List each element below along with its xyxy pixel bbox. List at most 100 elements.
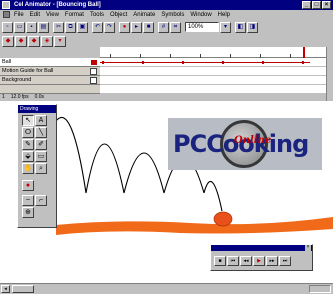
line-tool-icon[interactable]: ╲ xyxy=(35,127,47,138)
scroll-thumb[interactable] xyxy=(12,285,34,293)
menu-view[interactable]: View xyxy=(46,12,59,18)
ball-shape xyxy=(213,211,233,227)
elapsed-time: 0.0s xyxy=(34,94,45,100)
frame-ruler[interactable] xyxy=(100,47,326,58)
cut-button[interactable]: ✂ xyxy=(53,21,64,33)
maximize-button[interactable]: □ xyxy=(312,1,321,9)
lasso-tool-icon[interactable]: ⵔ xyxy=(22,127,34,138)
brush-tool-icon[interactable]: ✐ xyxy=(35,139,47,150)
keyframe[interactable] xyxy=(302,61,304,64)
pccooking-logo: PCCooking Online xyxy=(168,118,322,170)
copy-button[interactable]: ⧉ xyxy=(65,21,76,33)
zoom-select[interactable]: 100% xyxy=(185,22,219,32)
lock-layer-button[interactable]: ◆ xyxy=(15,35,27,47)
stop-button[interactable]: ■ xyxy=(143,21,154,33)
pencil-tool-icon[interactable]: ✎ xyxy=(22,139,34,150)
straighten-modifier-icon[interactable]: ⌐ xyxy=(35,195,47,206)
step-back-icon[interactable]: ◂◂ xyxy=(240,256,252,266)
rewind-icon[interactable]: ⏮ xyxy=(227,256,239,266)
new-file-button[interactable]: ▫ xyxy=(2,21,13,33)
tool-options: ● xyxy=(18,176,56,193)
close-button[interactable]: × xyxy=(322,1,331,9)
smooth-modifier-icon[interactable]: ~ xyxy=(22,195,34,206)
drawing-toolbox: Drawing ↖ A ⵔ ╲ ✎ ✐ ⬙ ▭ ✋ ⌕ ● ~ ⌐ ⊕ xyxy=(17,104,57,228)
frame-rate: 12.0 fps xyxy=(10,94,29,100)
keyframe[interactable] xyxy=(142,61,144,64)
main-toolbar: ▫ ▭ ▪ ▤ ✂ ⧉ ▣ ↶ ↷ ● ▸ ■ # ⌗ 100% ▾ ◧ ◨ xyxy=(0,20,333,34)
current-frame: 1 xyxy=(2,94,5,100)
step-forward-icon[interactable]: ▸▸ xyxy=(266,256,278,266)
minimize-button[interactable]: _ xyxy=(302,1,311,9)
keyframe[interactable] xyxy=(182,61,184,64)
redo-button[interactable]: ↷ xyxy=(104,21,115,33)
frame-row-ball[interactable] xyxy=(100,58,326,67)
keyframe[interactable] xyxy=(262,61,264,64)
layer-name: Motion Guide for Ball xyxy=(2,68,54,74)
arrow-tool-icon[interactable]: ↖ xyxy=(22,115,34,126)
menu-help[interactable]: Help xyxy=(218,12,230,18)
close-icon[interactable]: × xyxy=(305,245,311,251)
menu-bar: File Edit View Format Tools Object Anima… xyxy=(0,10,333,19)
layer-name: Background xyxy=(2,77,32,83)
menu-tools[interactable]: Tools xyxy=(90,12,104,18)
controller-title-bar[interactable]: × xyxy=(211,245,312,251)
logo-script-text: Online xyxy=(234,135,272,146)
menu-symbols[interactable]: Symbols xyxy=(161,12,184,18)
app-icon[interactable] xyxy=(2,1,10,9)
edit-symbol-button[interactable]: ◨ xyxy=(247,21,258,33)
save-button[interactable]: ▪ xyxy=(26,21,37,33)
scroll-left-icon[interactable]: ◂ xyxy=(1,285,10,293)
title-bar[interactable]: Cel Animator - [Bouncing Ball] _ □ × xyxy=(0,0,333,10)
hand-tool-icon[interactable]: ✋ xyxy=(22,163,34,174)
menu-object[interactable]: Object xyxy=(110,12,127,18)
outline-layer-button[interactable]: ◆ xyxy=(28,35,40,47)
zoom-dropdown-arrow-icon[interactable]: ▾ xyxy=(220,21,231,33)
menu-file[interactable]: File xyxy=(14,12,24,18)
frame-row-motion-guide[interactable] xyxy=(100,67,326,76)
play-icon[interactable]: ▶ xyxy=(253,256,265,266)
keyframe[interactable] xyxy=(222,61,224,64)
layer-row-empty[interactable] xyxy=(0,85,100,94)
frame-row-background[interactable] xyxy=(100,76,326,85)
stop-icon[interactable]: ■ xyxy=(214,256,226,266)
keyframe[interactable] xyxy=(102,61,104,64)
ink-bottle-icon[interactable]: ⬙ xyxy=(22,151,34,162)
grid-button[interactable]: # xyxy=(158,21,169,33)
snap-modifier-icon[interactable]: ⊕ xyxy=(22,207,34,218)
open-file-button[interactable]: ▭ xyxy=(14,21,25,33)
play-button[interactable]: ▸ xyxy=(131,21,142,33)
layer-list: Ball Motion Guide for Ball Background xyxy=(0,58,100,94)
menu-animate[interactable]: Animate xyxy=(133,12,155,18)
text-tool-icon[interactable]: A xyxy=(35,115,47,126)
layer-row-ball[interactable]: Ball xyxy=(0,58,100,67)
eraser-tool-icon[interactable]: ▭ xyxy=(35,151,47,162)
playback-controller: × ■ ⏮ ◂◂ ▶ ▸▸ ⏭ xyxy=(210,244,313,271)
color-picker-icon[interactable]: ● xyxy=(22,180,34,191)
menu-window[interactable]: Window xyxy=(190,12,211,18)
onion-skin-button[interactable]: ◈ xyxy=(41,35,53,47)
undo-button[interactable]: ↶ xyxy=(92,21,103,33)
timeline-menu-button[interactable]: ▾ xyxy=(54,35,66,47)
fast-forward-icon[interactable]: ⏭ xyxy=(279,256,291,266)
zoom-tool-icon[interactable]: ⌕ xyxy=(35,163,47,174)
snap-button[interactable]: ⌗ xyxy=(170,21,181,33)
document-icon[interactable] xyxy=(3,11,10,18)
frame-row-empty[interactable] xyxy=(100,85,326,94)
layer-row-background[interactable]: Background xyxy=(0,76,100,85)
menu-edit[interactable]: Edit xyxy=(30,12,40,18)
scene-button[interactable]: ◧ xyxy=(235,21,246,33)
paste-button[interactable]: ▣ xyxy=(77,21,88,33)
playhead[interactable] xyxy=(303,47,305,58)
menu-format[interactable]: Format xyxy=(65,12,84,18)
layer-row-motion-guide[interactable]: Motion Guide for Ball xyxy=(0,67,100,76)
timeline-vertical-scrollbar[interactable] xyxy=(326,47,333,101)
tool-modifiers: ~ ⌐ ⊕ xyxy=(18,193,56,220)
print-button[interactable]: ▤ xyxy=(38,21,49,33)
stage-horizontal-scrollbar[interactable]: ◂ xyxy=(0,283,333,294)
show-layer-button[interactable]: ◆ xyxy=(2,35,14,47)
toolbox-title[interactable]: Drawing xyxy=(18,105,56,113)
controller-buttons: ■ ⏮ ◂◂ ▶ ▸▸ ⏭ xyxy=(211,251,312,266)
layer-name: Ball xyxy=(2,59,12,65)
record-button[interactable]: ● xyxy=(119,21,130,33)
frame-grid[interactable] xyxy=(100,58,326,94)
